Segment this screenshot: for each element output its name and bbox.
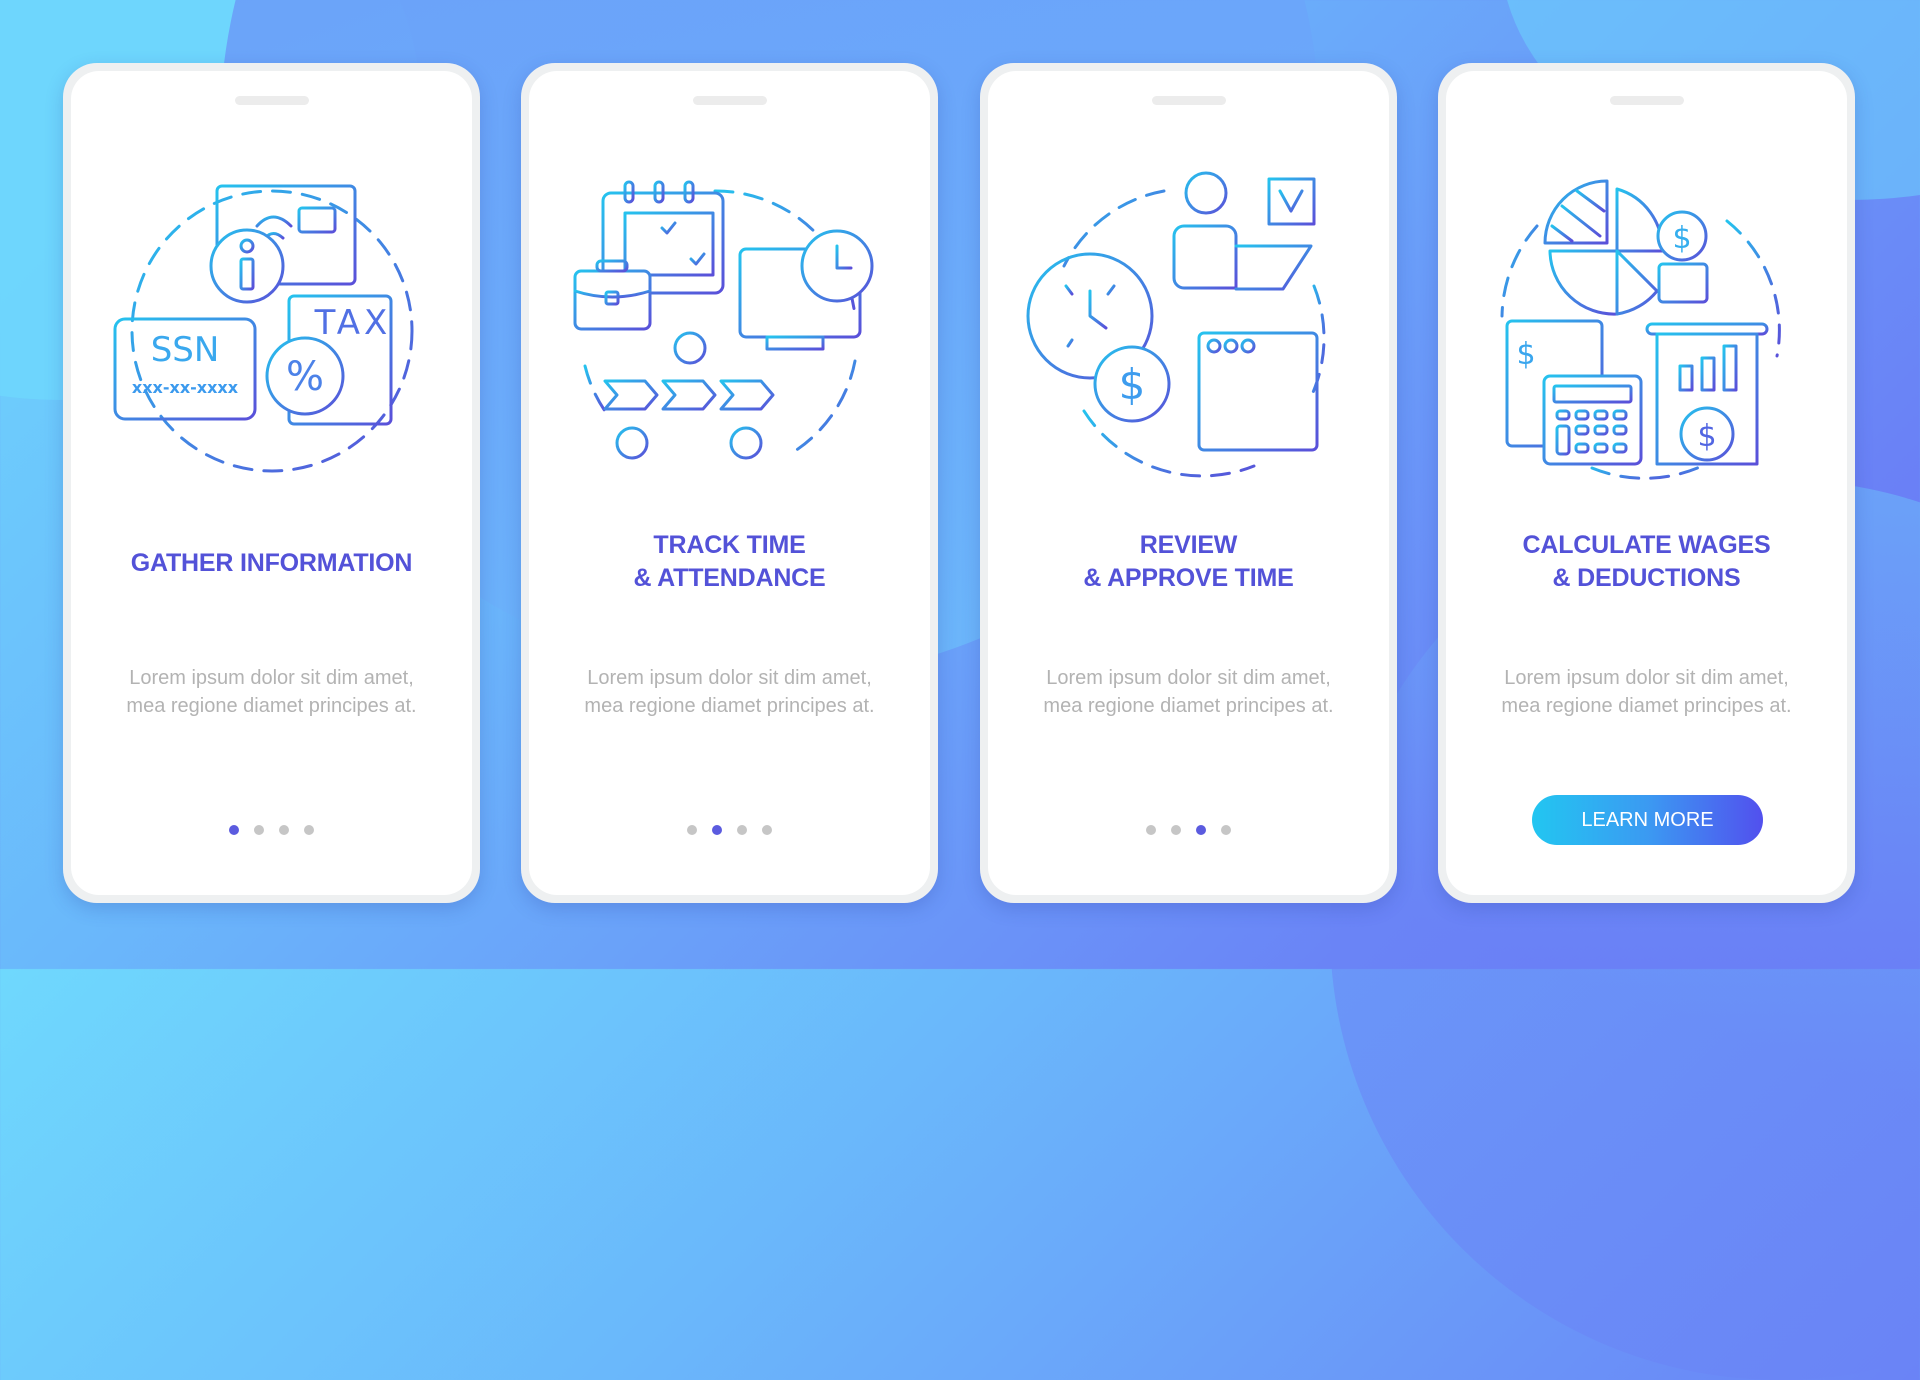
screen-content: $ REVIEW & APPROVE TIME Lorem ipsum dolo… (988, 71, 1389, 895)
learn-more-button[interactable]: LEARN MORE (1532, 795, 1763, 845)
pagination-dots (71, 825, 472, 835)
briefcase-icon (573, 259, 651, 331)
screen-description: Lorem ipsum dolor sit dim amet, mea regi… (126, 667, 417, 717)
title-line: CALCULATE WAGES (1522, 531, 1771, 559)
phone-speaker (1151, 96, 1226, 105)
screen-description: Lorem ipsum dolor sit dim amet, mea regi… (584, 667, 875, 717)
screen-title: GATHER INFORMATION (71, 547, 472, 580)
person-laptop-icon (1172, 171, 1312, 291)
track-time-illustration (573, 180, 873, 460)
ssn-label: SSN (150, 330, 219, 370)
dollar-label: $ (1697, 419, 1716, 454)
page-dot[interactable] (1221, 825, 1231, 835)
page-dot[interactable] (279, 825, 289, 835)
screen-content: TRACK TIME & ATTENDANCE Lorem ipsum dolo… (529, 71, 930, 895)
phone-speaker (692, 96, 767, 105)
screen-description: Lorem ipsum dolor sit dim amet, mea regi… (1501, 667, 1792, 717)
dollar-label: $ (1118, 360, 1145, 409)
dashed-arc (1590, 464, 1703, 480)
page-dot[interactable] (1146, 825, 1156, 835)
screen-title: CALCULATE WAGES & DEDUCTIONS (1446, 529, 1847, 595)
title-line: REVIEW (1139, 531, 1238, 559)
review-approve-illustration: $ (1026, 171, 1325, 478)
onboarding-screen-review-approve: $ REVIEW & APPROVE TIME Lorem ipsum dolo… (980, 63, 1397, 903)
dashed-arc (1725, 219, 1781, 358)
title-line: & ATTENDANCE (633, 564, 826, 592)
checkbox-icon (1267, 177, 1315, 226)
page-dot[interactable] (1171, 825, 1181, 835)
onboarding-screen-track-time: TRACK TIME & ATTENDANCE Lorem ipsum dolo… (521, 63, 938, 903)
page-dot[interactable] (254, 825, 264, 835)
page-dot[interactable] (687, 825, 697, 835)
page-dot-active[interactable] (712, 825, 722, 835)
process-flow-icon (603, 331, 774, 460)
pagination-dots (529, 825, 930, 835)
screen-content: $ $ $ CALCULATE WAGES & DEDUCTIONS Lorem… (1446, 71, 1847, 895)
dashed-arc (1500, 224, 1538, 318)
pie-chart-icon (1543, 179, 1664, 316)
pagination-dots (988, 825, 1389, 835)
ssn-mask-label: xxx-xx-xxxx (131, 378, 238, 397)
page-dot[interactable] (737, 825, 747, 835)
percent-label: % (285, 354, 323, 400)
phone-speaker (234, 96, 309, 105)
screen-title: REVIEW & APPROVE TIME (988, 529, 1389, 595)
screen-content: SSN xxx-xx-xxxx TAX % GATHER INFORMATION… (71, 71, 472, 895)
calculator-icon (1542, 374, 1642, 466)
dashed-arc (1082, 409, 1255, 478)
onboarding-screen-gather-information: SSN xxx-xx-xxxx TAX % GATHER INFORMATION… (63, 63, 480, 903)
gather-information-illustration: SSN xxx-xx-xxxx TAX % (113, 184, 413, 473)
info-icon (209, 228, 284, 304)
computer-clock-icon (738, 229, 873, 351)
onboarding-screen-calculate-wages: $ $ $ CALCULATE WAGES & DEDUCTIONS Lorem… (1438, 63, 1855, 903)
page-dot[interactable] (762, 825, 772, 835)
tax-label: TAX (313, 303, 391, 343)
dashed-arc (583, 364, 606, 413)
calculate-wages-illustration: $ $ $ (1500, 179, 1781, 480)
page-dot-active[interactable] (1196, 825, 1206, 835)
title-line: & DEDUCTIONS (1552, 564, 1741, 592)
dashed-arc (793, 359, 856, 453)
title-line: GATHER INFORMATION (130, 549, 413, 577)
title-line: TRACK TIME (653, 531, 806, 559)
screen-title: TRACK TIME & ATTENDANCE (529, 529, 930, 595)
phone-speaker (1609, 96, 1684, 105)
page-dot-active[interactable] (229, 825, 239, 835)
dollar-label: $ (1672, 221, 1691, 256)
page-dot[interactable] (304, 825, 314, 835)
title-line: & APPROVE TIME (1083, 564, 1294, 592)
screen-description: Lorem ipsum dolor sit dim amet, mea regi… (1043, 667, 1334, 717)
spreadsheet-icon (1197, 331, 1318, 452)
dollar-label: $ (1516, 337, 1535, 372)
